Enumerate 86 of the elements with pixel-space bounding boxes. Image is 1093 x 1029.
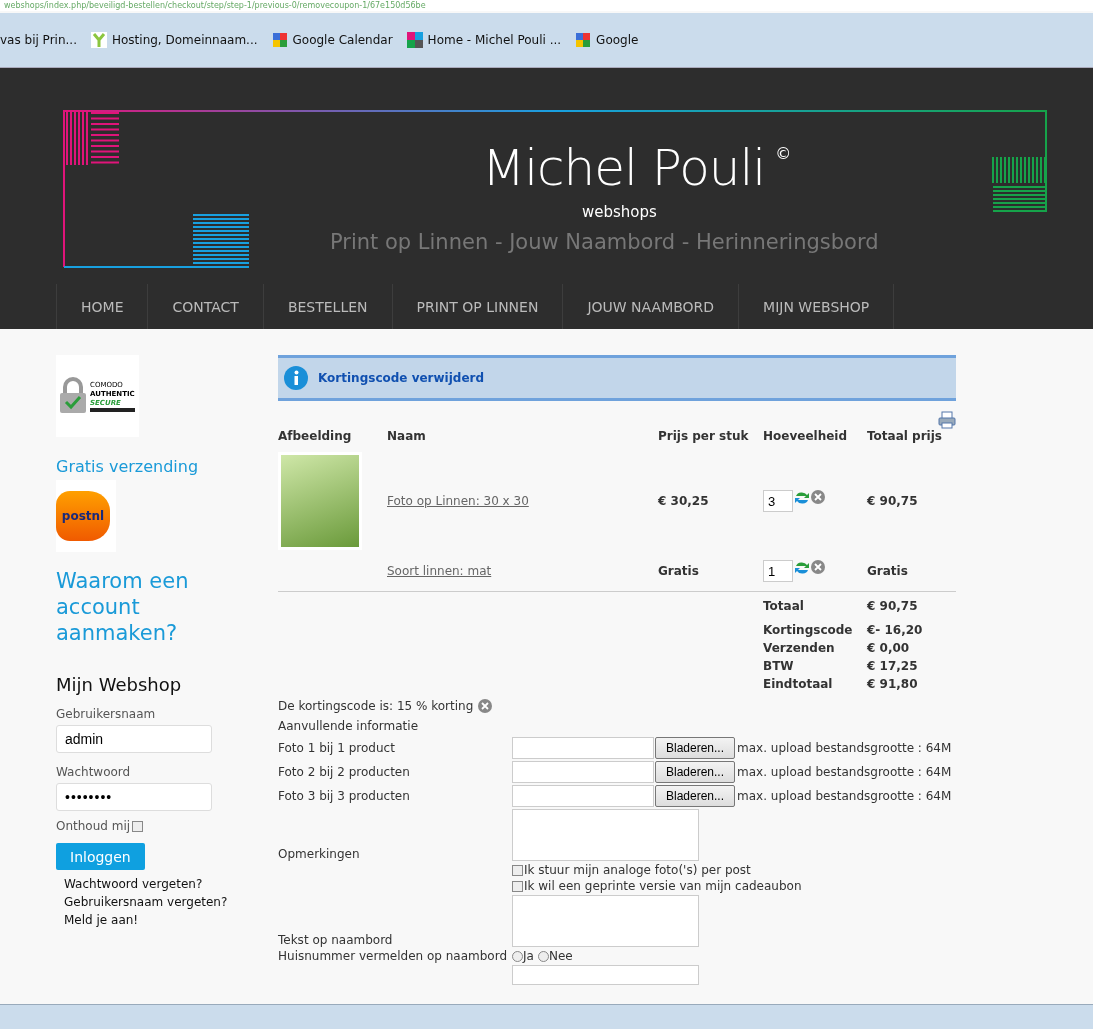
brand-name: Michel Pouli (482, 140, 766, 196)
checkbox[interactable] (512, 880, 523, 892)
total-label: Kortingscode (763, 623, 854, 637)
bookmark-link[interactable]: Google (575, 32, 639, 48)
browse-button[interactable]: Bladeren... (655, 761, 736, 783)
product-link[interactable]: Soort linnen: mat (387, 564, 658, 578)
column-header: Totaal prijs (867, 429, 943, 445)
squares-icon (406, 32, 423, 48)
quantity-field[interactable]: 3 (763, 490, 793, 512)
refresh-icon[interactable] (794, 490, 810, 506)
remove-icon[interactable] (811, 490, 825, 504)
field-label: Foto 1 bij 1 product (278, 741, 395, 755)
quantity-field[interactable]: 1 (763, 560, 793, 582)
total-label: BTW (763, 659, 795, 673)
remember-checkbox[interactable] (132, 820, 144, 832)
line-total: Gratis (867, 564, 909, 578)
total-label: Eindtotaal (763, 677, 834, 691)
browse-button[interactable]: Bladeren... (655, 785, 736, 807)
radio-button[interactable] (537, 950, 549, 962)
account-help-link[interactable]: Meld je aan! (64, 911, 228, 929)
total-value: € 0,00 (867, 641, 911, 655)
upload-size-note: max. upload bestandsgrootte : 64M (737, 765, 952, 779)
column-header: Naam (387, 429, 427, 445)
bookmark-link[interactable]: Google Calendar (271, 32, 393, 48)
password-field[interactable]: •••••••• (56, 783, 212, 811)
username-field[interactable]: admin (56, 725, 212, 753)
login-heading: Mijn Webshop (56, 674, 182, 695)
field-label: Huisnummer vermelden op naambord (278, 949, 508, 963)
file-path-field[interactable] (512, 737, 654, 759)
nav-link[interactable]: MIJN WEBSHOP (738, 284, 895, 329)
account-help-link[interactable]: Wachtwoord vergeten? (64, 875, 228, 893)
total-value: €- 16,20 (867, 623, 924, 637)
total-label: Verzenden (763, 641, 836, 655)
column-header: Afbeelding (278, 429, 353, 445)
column-header: Hoeveelheid (763, 429, 849, 445)
bookmark-link[interactable]: vas bij Prin... (0, 33, 77, 47)
account-help-link[interactable]: Gebruikersnaam vergeten? (64, 893, 228, 911)
unit-price: Gratis (658, 564, 700, 578)
checkbox-label: Ik stuur mijn analoge foto('s) per post (524, 863, 751, 877)
line-total: € 90,75 (867, 494, 919, 508)
coupon-text: De kortingscode is: 15 % korting (278, 699, 474, 713)
section-heading: Aanvullende informatie (278, 719, 420, 733)
browse-button[interactable]: Bladeren... (655, 737, 736, 759)
radio-button[interactable] (512, 950, 523, 962)
message-text: Kortingscode verwijderd (318, 371, 485, 385)
total-label: Totaal (763, 599, 805, 613)
total-value: € 17,25 (867, 659, 919, 673)
field-label: Wachtwoord (56, 765, 131, 779)
column-header: Prijs per stuk (658, 429, 750, 445)
nav-link[interactable]: HOME (56, 284, 148, 329)
product-link[interactable]: Foto op Linnen: 30 x 30 (387, 494, 658, 508)
leaf-icon (90, 32, 107, 48)
text-field[interactable] (512, 965, 699, 985)
file-path-field[interactable] (512, 785, 654, 807)
field-label: Foto 2 bij 2 producten (278, 765, 410, 779)
field-label: Opmerkingen (278, 847, 360, 861)
checkbox-label: Ik wil een geprinte versie van mijn cadeaubon (524, 879, 802, 893)
url-text: webshops/index.php/beveiligd-bestellen/checkout/step/step-1/previous-0/removecoupon-1/67e150d56be (4, 0, 426, 11)
field-label: Foto 3 bij 3 producten (278, 789, 410, 803)
upload-size-note: max. upload bestandsgrootte : 64M (737, 741, 952, 755)
refresh-icon[interactable] (794, 560, 810, 576)
nav-link[interactable]: PRINT OP LINNEN (391, 284, 563, 329)
shipping-heading: Gratis verzending (56, 457, 199, 476)
total-value: € 91,80 (867, 677, 919, 691)
nav-link[interactable]: JOUW NAAMBORD (562, 284, 739, 329)
bookmark-link[interactable]: Home - Michel Pouli ... (406, 32, 562, 48)
field-label: Tekst op naambord (278, 933, 393, 947)
nav-link[interactable]: BESTELLEN (262, 284, 392, 329)
remove-icon[interactable] (478, 699, 493, 713)
radio-label: Ja (523, 949, 534, 963)
file-path-field[interactable] (512, 761, 654, 783)
bookmark-link[interactable]: Hosting, Domeinnaam... (90, 32, 258, 48)
remove-icon[interactable] (811, 560, 825, 574)
print-icon[interactable] (938, 411, 956, 429)
radio-label: Nee (548, 949, 573, 963)
copyright-mark: © (775, 144, 792, 163)
info-icon (284, 366, 308, 390)
field-label: Gebruikersnaam (56, 707, 156, 721)
total-value: € 90,75 (867, 599, 919, 613)
checkbox-label: Onthoud mij (56, 819, 131, 833)
checkbox[interactable] (512, 864, 523, 876)
postnl-logo: postnl (56, 480, 116, 552)
nav-link[interactable]: CONTACT (147, 284, 263, 329)
unit-price: € 30,25 (658, 494, 710, 508)
upload-size-note: max. upload bestandsgrootte : 64M (737, 789, 952, 803)
tagline: Print op Linnen - Jouw Naambord - Herinneringsbord (330, 229, 879, 256)
